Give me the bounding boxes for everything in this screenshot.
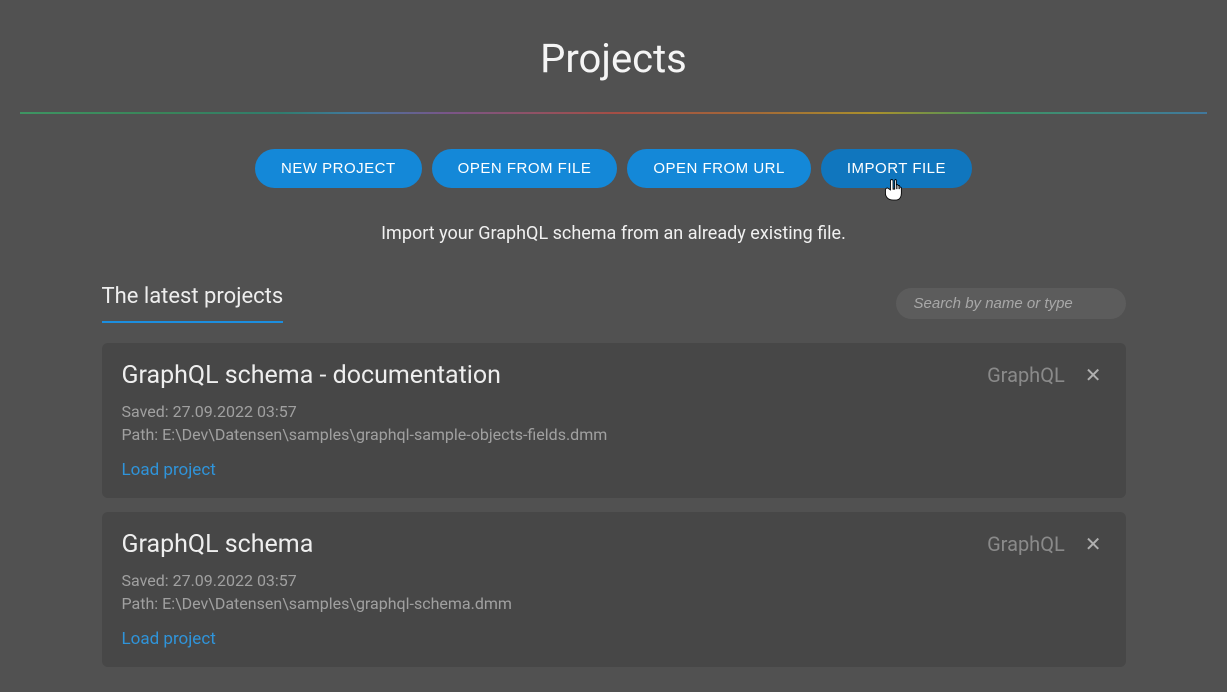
path-label: Path: bbox=[122, 425, 163, 444]
load-project-link[interactable]: Load project bbox=[122, 460, 216, 480]
project-meta: Saved: 27.09.2022 03:57 Path: E:\Dev\Dat… bbox=[122, 569, 1106, 615]
saved-value: 27.09.2022 03:57 bbox=[173, 402, 297, 421]
action-buttons: NEW PROJECT OPEN FROM FILE OPEN FROM URL… bbox=[255, 149, 972, 188]
project-list: GraphQL schema - documentation GraphQL ✕… bbox=[102, 343, 1126, 668]
project-type-badge: GraphQL bbox=[987, 363, 1065, 387]
search-input[interactable] bbox=[896, 288, 1126, 319]
close-icon[interactable]: ✕ bbox=[1081, 363, 1106, 387]
project-card: GraphQL schema GraphQL ✕ Saved: 27.09.20… bbox=[102, 512, 1126, 667]
rainbow-divider bbox=[20, 112, 1207, 114]
path-value: E:\Dev\Datensen\samples\graphql-sample-o… bbox=[162, 425, 607, 444]
import-file-button[interactable]: IMPORT FILE bbox=[821, 149, 972, 188]
load-project-link[interactable]: Load project bbox=[122, 629, 216, 649]
project-type-badge: GraphQL bbox=[987, 532, 1065, 556]
open-from-file-button[interactable]: OPEN FROM FILE bbox=[432, 149, 618, 188]
page-title: Projects bbox=[540, 35, 687, 82]
open-from-url-button[interactable]: OPEN FROM URL bbox=[627, 149, 811, 188]
project-name: GraphQL schema bbox=[122, 530, 314, 559]
close-icon[interactable]: ✕ bbox=[1081, 532, 1106, 556]
path-label: Path: bbox=[122, 594, 163, 613]
project-name: GraphQL schema - documentation bbox=[122, 361, 501, 390]
saved-label: Saved: bbox=[122, 402, 173, 421]
saved-value: 27.09.2022 03:57 bbox=[173, 571, 297, 590]
saved-label: Saved: bbox=[122, 571, 173, 590]
project-card: GraphQL schema - documentation GraphQL ✕… bbox=[102, 343, 1126, 498]
path-value: E:\Dev\Datensen\samples\graphql-schema.d… bbox=[162, 594, 512, 613]
help-text: Import your GraphQL schema from an alrea… bbox=[381, 223, 846, 244]
section-title: The latest projects bbox=[102, 284, 284, 323]
new-project-button[interactable]: NEW PROJECT bbox=[255, 149, 422, 188]
project-meta: Saved: 27.09.2022 03:57 Path: E:\Dev\Dat… bbox=[122, 400, 1106, 446]
